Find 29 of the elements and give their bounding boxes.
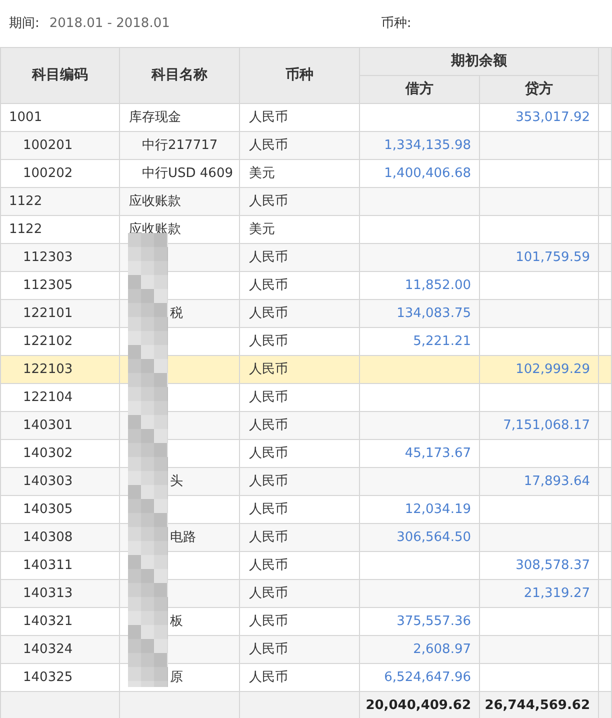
table-row[interactable]: 122104 人民币 [0,384,612,412]
table-row[interactable]: 122103 人民币 102,999.29 [0,356,612,384]
table-row[interactable]: 100201 中行217717 人民币 1,334,135.98 [0,132,612,160]
column-group-header: 期初余额 [360,48,598,76]
column-header: 贷方 [480,76,598,104]
period-value: 2018.01 - 2018.01 [49,14,170,33]
column-header: 科目编码 [0,48,120,104]
table-row[interactable]: 140305 人民币 12,034.19 [0,496,612,524]
table-row[interactable]: 140313 人民币 21,319.27 [0,580,612,608]
column-header: 科目名称 [120,48,240,104]
table-row[interactable]: 140301 人民币 7,151,068.17 [0,412,612,440]
table-row[interactable]: 140325 原 人民币 6,524,647.96 [0,664,612,692]
table-row[interactable]: 140311 人民币 308,578.37 [0,552,612,580]
table-row[interactable]: 1122 应收账款 人民币 [0,188,612,216]
table-row[interactable]: 140303 头 人民币 17,893.64 [0,468,612,496]
column-header: 借方 [360,76,480,104]
table-row[interactable]: 140302 人民币 45,173.67 [0,440,612,468]
table-row[interactable]: 112305 人民币 11,852.00 [0,272,612,300]
table-row[interactable]: 1001 库存现金 人民币 353,017.92 [0,104,612,132]
column-header: 币种 [240,48,360,104]
table-row[interactable]: 122101 税 人民币 134,083.75 [0,300,612,328]
table-row[interactable]: 140308 电路 人民币 306,564.50 [0,524,612,552]
table-row[interactable]: 140324 人民币 2,608.97 [0,636,612,664]
table-row[interactable]: 140321 板 人民币 375,557.36 [0,608,612,636]
table-row[interactable]: 100202 中行USD 4609 美元 1,400,406.68 [0,160,612,188]
table-row[interactable]: 122102 人民币 5,221.21 [0,328,612,356]
currency-label: 币种: [380,14,412,33]
table-row[interactable]: 112303 人民币 101,759.59 [0,244,612,272]
period-label: 期间: [9,14,40,33]
